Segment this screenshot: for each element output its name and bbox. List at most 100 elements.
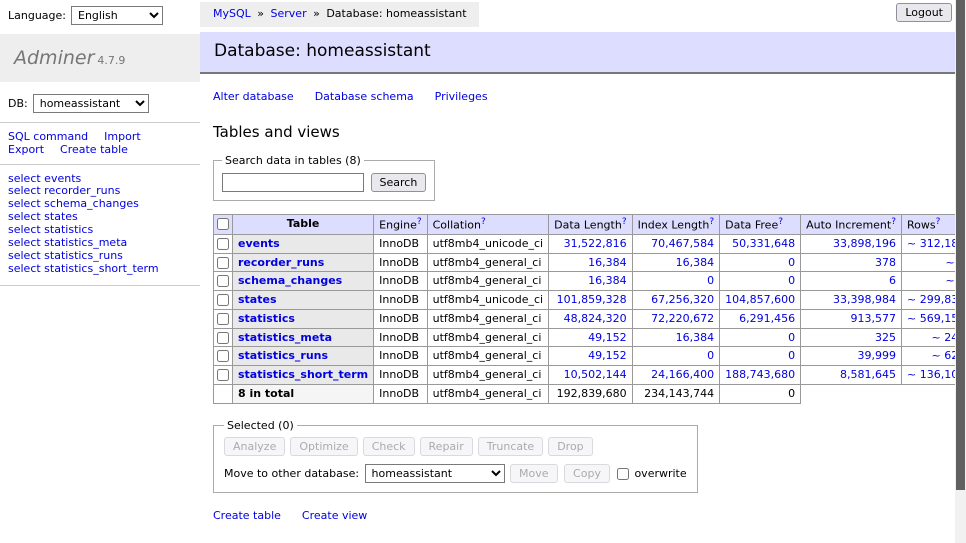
repair-button[interactable]: Repair (420, 437, 473, 456)
index-length-link[interactable]: 0 (707, 274, 714, 287)
help-link-data-free[interactable]: ? (778, 217, 783, 227)
help-link-collation[interactable]: ? (481, 217, 486, 227)
alter-database-link[interactable]: Alter database (213, 90, 294, 103)
index-length-link[interactable]: 16,384 (676, 331, 715, 344)
index-length-link[interactable]: 24,166,400 (651, 368, 714, 381)
select-statistics-runs-link[interactable]: select statistics_runs (8, 249, 123, 262)
database-schema-link[interactable]: Database schema (315, 90, 414, 103)
data-free-link[interactable]: 0 (788, 256, 795, 269)
collation-cell: utf8mb4_unicode_ci (427, 234, 548, 253)
sql-command-link[interactable]: SQL command (8, 130, 88, 143)
sidebar-divider (0, 164, 200, 165)
select-statistics-meta-link[interactable]: select statistics_meta (8, 236, 127, 249)
db-select[interactable]: homeassistant (33, 94, 149, 113)
export-link[interactable]: Export (8, 143, 44, 156)
select-statistics-short-term-link[interactable]: select statistics_short_term (8, 262, 159, 275)
create-table-link[interactable]: Create table (213, 509, 281, 522)
data-free-link[interactable]: 6,291,456 (739, 312, 795, 325)
data-length-link[interactable]: 49,152 (588, 349, 627, 362)
table-link-schema_changes[interactable]: schema_changes (238, 274, 342, 287)
table-link-events[interactable]: events (238, 237, 280, 250)
auto-increment-link[interactable]: 325 (875, 331, 896, 344)
index-length-link[interactable]: 67,256,320 (651, 293, 714, 306)
select-recorder-runs-link[interactable]: select recorder_runs (8, 184, 120, 197)
select-statistics-link[interactable]: select statistics (8, 223, 93, 236)
help-link-auto-increment[interactable]: ? (891, 217, 896, 227)
auto-increment-link[interactable]: 33,898,196 (833, 237, 896, 250)
data-free-link[interactable]: 0 (788, 331, 795, 344)
import-link[interactable]: Import (104, 130, 141, 143)
table-link-statistics_runs[interactable]: statistics_runs (238, 349, 328, 362)
row-checkbox-events[interactable] (217, 238, 229, 250)
drop-button[interactable]: Drop (548, 437, 592, 456)
data-length-link[interactable]: 16,384 (588, 256, 627, 269)
auto-increment-link[interactable]: 913,577 (851, 312, 897, 325)
row-checkbox-states[interactable] (217, 294, 229, 306)
table-name-cell: statistics_meta (233, 328, 374, 347)
index-length-link[interactable]: 72,220,672 (651, 312, 714, 325)
data-length-link[interactable]: 48,824,320 (564, 312, 627, 325)
index-length-cell: 70,467,584 (632, 234, 720, 253)
table-link-statistics[interactable]: statistics (238, 312, 295, 325)
breadcrumb-mysql-link[interactable]: MySQL (213, 7, 251, 20)
analyze-button[interactable]: Analyze (224, 437, 285, 456)
overwrite-checkbox[interactable] (617, 468, 629, 480)
select-states-link[interactable]: select states (8, 210, 78, 223)
table-row-statistics_short_term: statistics_short_termInnoDButf8mb4_gener… (214, 366, 966, 385)
data-free-link[interactable]: 50,331,648 (732, 237, 795, 250)
index-length-link[interactable]: 0 (707, 349, 714, 362)
vertical-scrollbar-thumb[interactable] (956, 0, 965, 490)
truncate-button[interactable]: Truncate (478, 437, 543, 456)
auto-increment-cell: 39,999 (801, 347, 902, 366)
move-db-select[interactable]: homeassistant (365, 464, 505, 483)
table-link-statistics_meta[interactable]: statistics_meta (238, 331, 332, 344)
create-view-link[interactable]: Create view (302, 509, 367, 522)
row-checkbox-statistics[interactable] (217, 313, 229, 325)
row-checkbox-statistics_short_term[interactable] (217, 369, 229, 381)
auto-increment-link[interactable]: 39,999 (858, 349, 897, 362)
select-schema-changes-link[interactable]: select schema_changes (8, 197, 139, 210)
auto-increment-link[interactable]: 8,581,645 (840, 368, 896, 381)
auto-increment-link[interactable]: 378 (875, 256, 896, 269)
index-length-link[interactable]: 16,384 (676, 256, 715, 269)
table-link-states[interactable]: states (238, 293, 277, 306)
breadcrumb-server-link[interactable]: Server (271, 7, 307, 20)
data-length-link[interactable]: 16,384 (588, 274, 627, 287)
search-button[interactable]: Search (371, 173, 427, 192)
table-link-recorder_runs[interactable]: recorder_runs (238, 256, 324, 269)
copy-button[interactable]: Copy (564, 464, 610, 483)
data-free-cell: 50,331,648 (720, 234, 801, 253)
help-sup: ? (778, 217, 783, 227)
help-link-engine[interactable]: ? (417, 217, 422, 227)
data-free-link[interactable]: 0 (788, 274, 795, 287)
select-all-checkbox[interactable] (217, 218, 229, 230)
table-row-statistics_runs: statistics_runsInnoDButf8mb4_general_ci4… (214, 347, 966, 366)
data-length-link[interactable]: 101,859,328 (557, 293, 627, 306)
row-checkbox-schema_changes[interactable] (217, 275, 229, 287)
create-table-sidebar-link[interactable]: Create table (60, 143, 128, 156)
logout-button[interactable]: Logout (896, 3, 952, 22)
help-link-rows[interactable]: ? (936, 217, 941, 227)
optimize-button[interactable]: Optimize (290, 437, 357, 456)
data-length-link[interactable]: 10,502,144 (564, 368, 627, 381)
data-length-link[interactable]: 49,152 (588, 331, 627, 344)
table-link-statistics_short_term[interactable]: statistics_short_term (238, 368, 368, 381)
auto-increment-link[interactable]: 33,398,984 (833, 293, 896, 306)
check-button[interactable]: Check (363, 437, 415, 456)
auto-increment-link[interactable]: 6 (889, 274, 896, 287)
help-link-data-length[interactable]: ? (622, 217, 627, 227)
select-events-link[interactable]: select events (8, 172, 81, 185)
data-free-link[interactable]: 0 (788, 349, 795, 362)
move-button[interactable]: Move (510, 464, 558, 483)
data-free-link[interactable]: 104,857,600 (725, 293, 795, 306)
search-input[interactable] (222, 173, 364, 192)
row-checkbox-statistics_meta[interactable] (217, 332, 229, 344)
language-select[interactable]: English (71, 6, 163, 25)
index-length-link[interactable]: 70,467,584 (651, 237, 714, 250)
privileges-link[interactable]: Privileges (435, 90, 488, 103)
row-checkbox-recorder_runs[interactable] (217, 257, 229, 269)
row-checkbox-statistics_runs[interactable] (217, 350, 229, 362)
help-link-index-length[interactable]: ? (709, 217, 714, 227)
data-free-link[interactable]: 188,743,680 (725, 368, 795, 381)
data-length-link[interactable]: 31,522,816 (564, 237, 627, 250)
